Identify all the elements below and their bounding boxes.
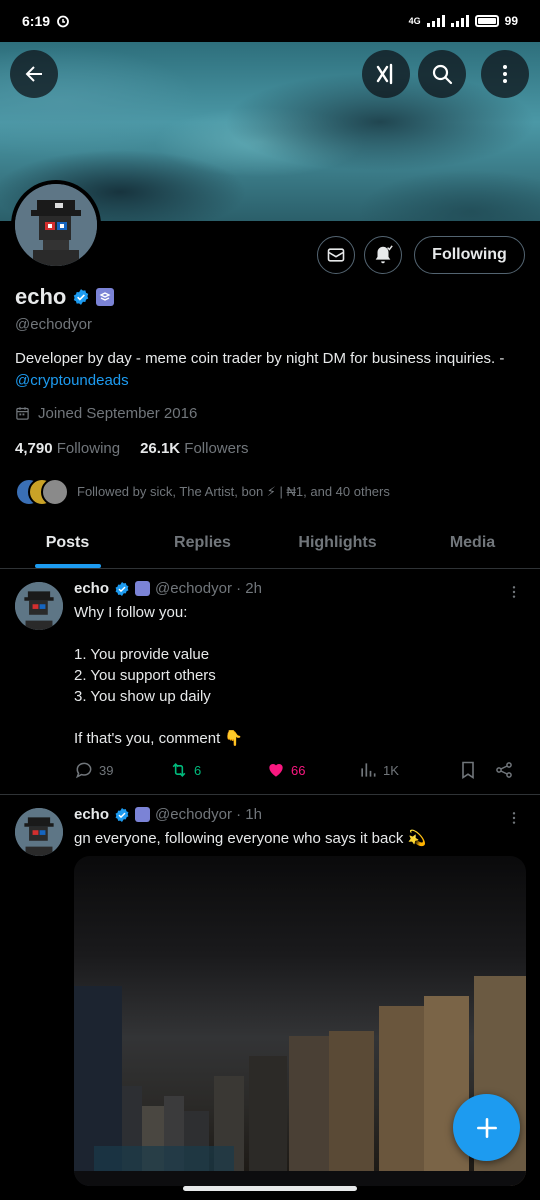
status-right: 4G 99 [409,14,518,28]
back-arrow-icon [25,66,42,82]
grok-button[interactable] [362,50,410,98]
followers-label: Followers [184,440,249,457]
message-button[interactable] [317,236,355,274]
post-author-name[interactable]: echo [74,806,109,823]
alarm-icon [57,15,69,28]
views-count: 1K [383,762,399,778]
post-header: echo @echodyor · 2h [74,580,262,597]
repost-icon [172,763,186,777]
profile-avatar[interactable] [11,180,101,270]
tab-replies[interactable]: Replies [135,518,270,568]
joined-date: Joined September 2016 [15,405,197,422]
reply-button[interactable]: 39 [74,760,169,780]
network-label: 4G [408,16,421,26]
search-icon [432,64,453,85]
mutual-avatars [15,478,69,506]
followed-by-text: Followed by sick, The Artist, bon ⚡ | ₦1… [77,484,390,499]
calendar-icon [16,407,29,420]
profile-handle: @echodyor [15,316,92,333]
post-text: Why I follow you: 1. You provide value 2… [74,604,244,747]
views-button[interactable]: 1K [358,760,458,780]
views-icon [361,763,376,777]
verified-icon [115,581,129,596]
joined-text: Joined September 2016 [38,405,198,422]
following-count: 4,790 [15,440,53,457]
reply-count: 39 [99,762,114,778]
affiliate-badge-icon [135,581,151,596]
profile-name-row: echo [15,284,115,310]
share-button[interactable] [494,760,514,780]
battery-icon [474,15,499,27]
compose-post-button[interactable] [453,1094,520,1161]
signal-icon-2 [450,15,469,27]
more-vertical-icon [503,65,507,83]
profile-tabs: Posts Replies Highlights Media [0,518,540,569]
battery-level: 99 [504,14,518,28]
search-button[interactable] [418,50,466,98]
bookmark-button[interactable] [458,760,494,780]
status-bar: 6:19 4G 99 [0,0,540,42]
follow-stats: 4,790 Following 26.1K Followers [15,440,248,457]
post-header: echo @echodyor · 1h [74,806,262,823]
bookmark-icon [462,761,474,779]
bio-text: Developer by day - meme coin trader by n… [15,350,505,367]
home-indicator[interactable] [183,1186,357,1191]
post[interactable]: echo @echodyor · 2h Why I follow you: 1.… [0,570,540,795]
profile-bio: Developer by day - meme coin trader by n… [15,348,515,392]
post-text: gn everyone, following everyone who says… [74,830,427,847]
like-count: 66 [291,762,306,778]
like-button[interactable]: 66 [266,760,358,780]
reply-icon [75,762,92,779]
post-avatar[interactable] [15,582,63,630]
mutual-avatar [41,478,69,506]
post-actions: 39 6 66 1K [74,760,524,780]
heart-icon [269,764,283,777]
status-left: 6:19 [22,13,70,29]
plus-icon [476,1117,497,1138]
followed-by-row[interactable]: Followed by sick, The Artist, bon ⚡ | ₦1… [15,478,390,506]
status-time: 6:19 [22,13,51,29]
affiliate-badge-icon [96,288,115,306]
more-vertical-icon [512,812,516,824]
post-meta: @echodyor · 1h [155,806,262,823]
grok-icon [376,63,393,85]
bell-icon [375,245,393,264]
more-vertical-icon [512,586,516,598]
followers-count: 26.1K [140,440,181,457]
more-options-button[interactable] [481,50,529,98]
tab-media[interactable]: Media [405,518,540,568]
following-button[interactable]: Following [414,236,525,274]
pixel-avatar-image [15,808,63,856]
pixel-avatar-image [15,184,97,266]
verified-icon [74,289,89,305]
notifications-button[interactable] [364,236,402,274]
back-button[interactable] [10,50,58,98]
tab-highlights[interactable]: Highlights [270,518,405,568]
affiliate-badge-icon [135,807,151,822]
followers-stat[interactable]: 26.1K Followers [140,440,248,457]
mail-icon [327,248,345,262]
post-meta: @echodyor · 2h [155,580,262,597]
repost-button[interactable]: 6 [169,760,266,780]
following-stat[interactable]: 4,790 Following [15,440,120,457]
bio-mention-link[interactable]: @cryptoundeads [15,372,129,389]
display-name: echo [15,284,67,309]
post-avatar[interactable] [15,808,63,856]
tab-posts[interactable]: Posts [0,518,135,568]
signal-icon [426,15,445,27]
post-author-name[interactable]: echo [74,580,109,597]
verified-icon [115,807,129,822]
following-label: Following [56,440,121,457]
pixel-avatar-image [15,582,63,630]
repost-count: 6 [194,762,202,778]
share-icon [496,762,512,778]
